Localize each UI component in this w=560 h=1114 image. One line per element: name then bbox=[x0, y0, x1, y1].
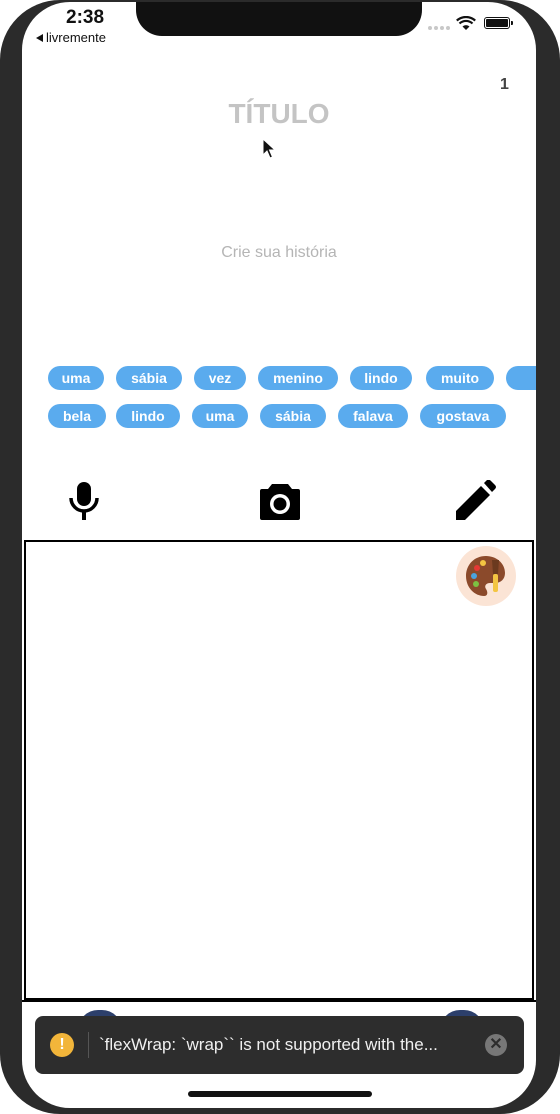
bottom-tab-divider bbox=[22, 1000, 536, 1002]
story-input[interactable]: Crie sua história bbox=[22, 244, 536, 262]
home-indicator[interactable] bbox=[188, 1091, 372, 1097]
word-chip[interactable]: bela bbox=[48, 404, 106, 428]
close-icon[interactable]: ✕ bbox=[485, 1034, 507, 1056]
word-chip[interactable]: lindo bbox=[350, 366, 412, 390]
notch bbox=[136, 2, 422, 36]
word-chip[interactable]: sábia bbox=[260, 404, 326, 428]
word-chip-partial[interactable] bbox=[506, 366, 536, 390]
warning-icon: ! bbox=[50, 1033, 74, 1057]
cell-signal-icon bbox=[428, 26, 450, 30]
microphone-icon[interactable] bbox=[66, 480, 102, 524]
warning-toast[interactable]: ! `flexWrap: `wrap`` is not supported wi… bbox=[35, 1016, 524, 1074]
word-chip[interactable]: vez bbox=[194, 366, 246, 390]
camera-icon[interactable] bbox=[258, 480, 302, 524]
mouse-pointer-icon bbox=[262, 138, 276, 159]
page-number: 1 bbox=[500, 76, 509, 93]
toast-divider bbox=[88, 1032, 89, 1058]
device-frame: 2:38 livremente 1 TÍTULO Crie sua histór… bbox=[0, 0, 560, 1114]
back-to-app-link[interactable]: livremente bbox=[36, 30, 106, 45]
word-chip[interactable]: uma bbox=[192, 404, 248, 428]
pencil-icon[interactable] bbox=[454, 480, 496, 524]
title-input[interactable]: TÍTULO bbox=[22, 98, 536, 130]
palette-icon bbox=[466, 556, 505, 596]
battery-icon bbox=[484, 17, 513, 29]
palette-button[interactable] bbox=[456, 546, 516, 606]
word-chip[interactable]: uma bbox=[48, 366, 104, 390]
drawing-canvas[interactable] bbox=[24, 540, 534, 1000]
word-chip[interactable]: sábia bbox=[116, 366, 182, 390]
word-chip[interactable]: menino bbox=[258, 366, 338, 390]
wifi-icon bbox=[456, 16, 476, 30]
word-chip[interactable]: muito bbox=[426, 366, 494, 390]
word-chip[interactable]: falava bbox=[338, 404, 408, 428]
back-arrow-icon bbox=[36, 33, 43, 42]
toast-message: `flexWrap: `wrap`` is not supported with… bbox=[99, 1035, 438, 1054]
word-chip[interactable]: gostava bbox=[420, 404, 506, 428]
screen: 2:38 livremente 1 TÍTULO Crie sua histór… bbox=[22, 2, 536, 1108]
status-time: 2:38 bbox=[66, 7, 105, 28]
back-app-label: livremente bbox=[46, 30, 106, 45]
word-chip[interactable]: lindo bbox=[116, 404, 180, 428]
